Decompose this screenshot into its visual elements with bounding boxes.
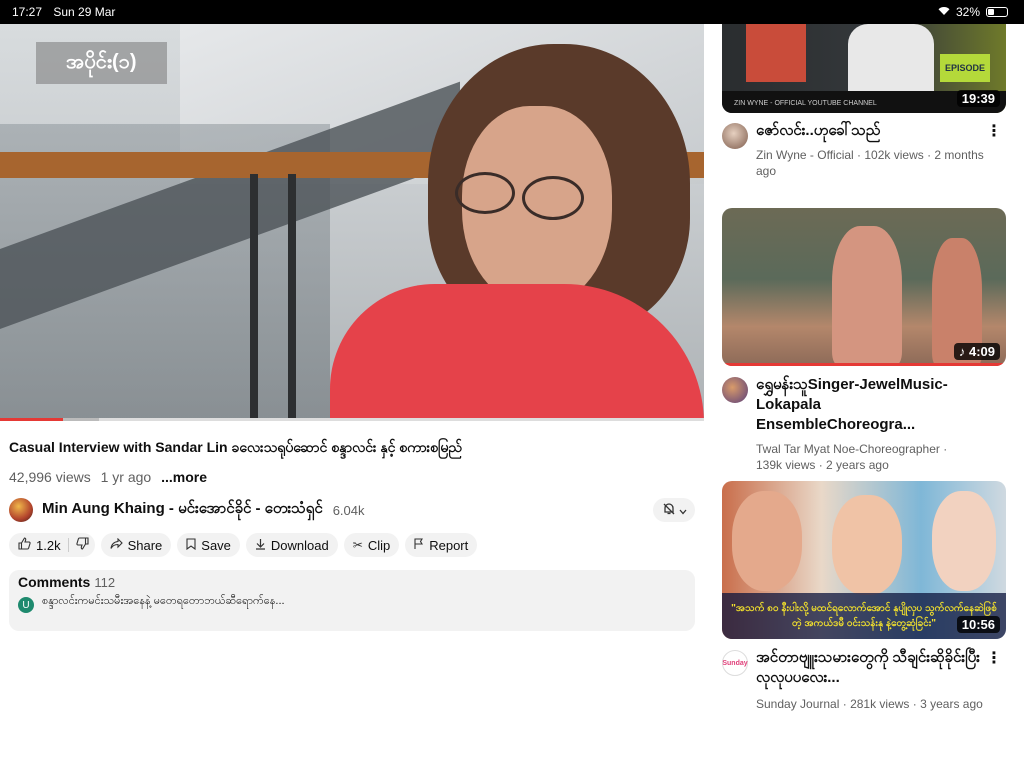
comments-header: Comments 112 [18, 574, 686, 590]
video-overlay-title: အပိုင်း(၁) [36, 42, 167, 84]
video-title[interactable]: ဇော်လင်း..ဟုခေါ်သည် [756, 121, 984, 141]
thumbs-down-icon[interactable] [75, 537, 89, 553]
share-button[interactable]: Share [100, 533, 172, 557]
view-count: 281k views [850, 697, 910, 711]
recommended-video[interactable]: ♪ 4:09 ရွှေမန်းသူSinger-JewelMusic-Lokap… [722, 208, 1006, 473]
bookmark-icon [186, 537, 196, 553]
bell-off-icon [662, 502, 676, 519]
view-count: 139k views [756, 458, 816, 472]
video-info: ရွှေမန်းသူSinger-JewelMusic-Lokapala Ens… [722, 375, 1006, 473]
video-meta[interactable]: 42,996 views 1 yr ago ...more [9, 469, 207, 485]
channel-name: Zin Wyne - Official [756, 148, 854, 162]
channel-avatar[interactable] [9, 498, 33, 522]
status-left: 17:27 Sun 29 Mar [12, 5, 123, 19]
save-label: Save [201, 537, 231, 553]
download-label: Download [270, 537, 329, 553]
comments-count: 112 [94, 575, 116, 590]
view-count: 102k views [864, 148, 924, 162]
thumbs-up-icon[interactable] [18, 537, 31, 553]
channel-name: Twal Tar Myat Noe-Choreographer [756, 442, 940, 456]
status-time: 17:27 [12, 5, 43, 19]
share-label: Share [127, 537, 163, 553]
video-meta: Twal Tar Myat Noe-Choreographer · 139k v… [756, 442, 948, 472]
status-right: 32% [938, 5, 1008, 19]
more-link[interactable]: ...more [161, 469, 207, 485]
report-button[interactable]: Report [405, 533, 478, 557]
progress-played [0, 418, 64, 421]
status-date: Sun 29 Mar [53, 5, 116, 19]
recommended-video[interactable]: EPISODE ZIN WYNE - OFFICIAL YOUTUBE CHAN… [722, 24, 1006, 179]
comments-panel[interactable]: Comments 112 U စန္ဒာလင်းကမင်းသမီးအနေနဲ့ မ… [9, 570, 695, 631]
share-icon [110, 537, 123, 553]
save-button[interactable]: Save [177, 533, 240, 557]
flag-icon [414, 537, 424, 553]
thumbnail-tag: EPISODE [940, 54, 990, 82]
upload-age: 3 years ago [920, 697, 983, 711]
upload-age: 1 yr ago [100, 469, 152, 485]
subscriber-count: 6.04k [332, 502, 365, 518]
download-icon [255, 538, 266, 553]
upload-age: 2 years ago [826, 458, 889, 472]
video-player[interactable]: အပိုင်း(၁) [0, 24, 704, 419]
commenter-avatar: U [18, 597, 34, 613]
video-thumbnail[interactable]: EPISODE ZIN WYNE - OFFICIAL YOUTUBE CHAN… [722, 24, 1006, 113]
action-bar: 1.2k Share Save Download ✂ Clip Report [9, 533, 478, 557]
video-title[interactable]: အင်တာဗျူးသမားတွေကို သီချင်းဆိုခိုင်းပြီး… [756, 648, 984, 688]
channel-name: Sunday Journal [756, 697, 840, 711]
channel-name[interactable]: Min Aung Khaing - မင်းအောင်ခိုင် - တေးသံ… [42, 499, 323, 521]
progress-bar[interactable] [0, 418, 704, 421]
report-label: Report [429, 537, 469, 553]
channel-avatar[interactable] [722, 377, 748, 403]
like-count[interactable]: 1.2k [36, 538, 61, 553]
video-meta: Sunday Journal · 281k views · 3 years ag… [756, 697, 983, 711]
recommended-video[interactable]: "အသက် ၈၀ နီးပါးလို့ မထင်ရလောက်အောင် နုပျ… [722, 481, 1006, 712]
chevron-down-icon [679, 503, 687, 518]
top-comment[interactable]: U စန္ဒာလင်းကမင်းသမီးအနေနဲ့ မတေရတောဘယ်ဆီရ… [18, 593, 686, 613]
battery-icon [986, 7, 1008, 17]
video-thumbnail[interactable]: ♪ 4:09 [722, 208, 1006, 366]
like-dislike-pill: 1.2k [9, 533, 95, 557]
video-duration: ♪ 4:09 [953, 343, 1000, 360]
watched-progress [722, 363, 1006, 366]
comments-label: Comments [18, 574, 91, 590]
clip-label: Clip [367, 537, 391, 553]
video-duration: 19:39 [956, 90, 1000, 107]
channel-avatar[interactable]: Sunday [722, 650, 748, 676]
status-bar: 17:27 Sun 29 Mar 32% [0, 0, 1024, 24]
progress-buffered [63, 418, 100, 421]
video-duration: 10:56 [956, 616, 1000, 633]
scissors-icon: ✂ [352, 538, 363, 552]
more-options-icon[interactable]: ⋮ [986, 121, 1002, 141]
channel-row: Min Aung Khaing - မင်းအောင်ခိုင် - တေးသံ… [9, 496, 695, 524]
video-meta: Zin Wyne - Official · 102k views · 2 mon… [756, 148, 984, 178]
view-count: 42,996 views [9, 469, 91, 485]
video-title: Casual Interview with Sandar Lin ခလေးသရု… [9, 439, 462, 455]
clip-button[interactable]: ✂ Clip [343, 533, 400, 557]
notification-bell-button[interactable] [653, 498, 695, 522]
video-thumbnail[interactable]: "အသက် ၈၀ နီးပါးလို့ မထင်ရလောက်အောင် နုပျ… [722, 481, 1006, 639]
video-info: Sunday အင်တာဗျူးသမားတွေကို သီချင်းဆိုခို… [722, 648, 1006, 712]
video-info: ဇော်လင်း..ဟုခေါ်သည် Zin Wyne - Official … [722, 121, 1006, 179]
battery-percent: 32% [955, 5, 980, 19]
download-button[interactable]: Download [245, 533, 338, 557]
comment-text: စန္ဒာလင်းကမင်းသမီးအနေနဲ့ မတေရတောဘယ်ဆီရော… [42, 595, 285, 607]
video-title[interactable]: ရွှေမန်းသူSinger-JewelMusic-Lokapala Ens… [756, 375, 984, 435]
channel-avatar[interactable] [722, 123, 748, 149]
more-options-icon[interactable]: ⋮ [986, 648, 1002, 668]
wifi-icon [938, 5, 950, 19]
thumbnail-brand-text: ZIN WYNE - OFFICIAL YOUTUBE CHANNEL [734, 100, 877, 107]
